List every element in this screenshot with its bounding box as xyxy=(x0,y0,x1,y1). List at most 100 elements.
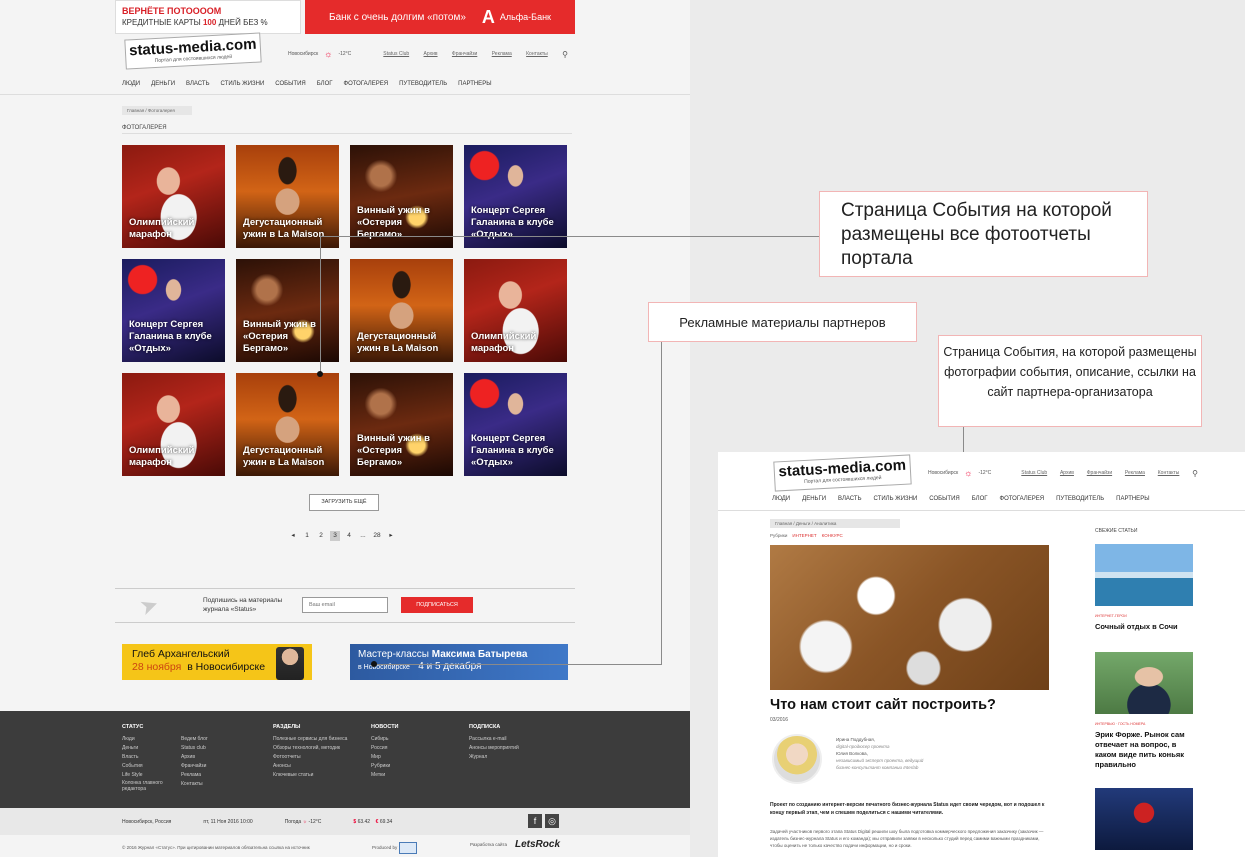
breadcrumb[interactable]: Главная / Фотогалерея xyxy=(122,106,192,115)
sidebar-article[interactable]: ИНТЕРВЬЮ · ГОСТЬ НОМЕРА Эрик Форже. Рыно… xyxy=(1095,652,1193,770)
annotation-events-page: Страница События на которой размещены вс… xyxy=(819,191,1148,277)
footer-link[interactable]: Анонсы xyxy=(273,762,347,771)
gallery-tile[interactable]: Винный ужин в «Остерия Бергамо» xyxy=(350,145,453,248)
ad-banner-alfa-bank[interactable]: Банк с очень долгим «потом» А Альфа-Банк xyxy=(305,0,575,34)
sidebar-article[interactable] xyxy=(1095,788,1193,850)
footer-link[interactable]: Рассылка e-mail xyxy=(469,735,519,744)
email-field[interactable] xyxy=(302,597,388,613)
facebook-icon[interactable]: f xyxy=(528,814,542,828)
nav-item-money[interactable]: ДЕНЬГИ xyxy=(151,81,175,87)
article-date: 03/2016 xyxy=(770,717,789,723)
gallery-tile[interactable]: Дегустационный ужин в La Maison xyxy=(236,145,339,248)
footer-link[interactable]: Россия xyxy=(371,744,399,753)
developer-logo[interactable]: LetsRock xyxy=(515,839,560,850)
load-more-button[interactable]: ЗАГРУЗИТЬ ЕЩЁ xyxy=(309,494,379,511)
site-logo[interactable]: status-media.com Портал для состоявшихся… xyxy=(124,32,262,70)
footer-link[interactable]: Франчайзи xyxy=(181,762,208,771)
footer-link[interactable]: Фотоотчеты xyxy=(273,753,347,762)
footer-link[interactable]: События xyxy=(122,762,167,771)
footer-link[interactable]: Мир xyxy=(371,753,399,762)
top-link-franchise[interactable]: Франчайзи xyxy=(452,51,477,57)
nav-item-lifestyle[interactable]: СТИЛЬ ЖИЗНИ xyxy=(874,496,918,502)
top-link-contacts[interactable]: Контакты xyxy=(526,51,548,57)
nav-item-blog[interactable]: БЛОГ xyxy=(317,81,333,87)
nav-item-events[interactable]: СОБЫТИЯ xyxy=(275,81,305,87)
nav-item-gallery[interactable]: ФОТОГАЛЕРЕЯ xyxy=(1000,496,1045,502)
footer-link[interactable]: Журнал xyxy=(469,753,519,762)
instagram-icon[interactable]: ◎ xyxy=(545,814,559,828)
gallery-tile[interactable]: Концерт Сергея Галанина в клубе «Отдых» xyxy=(464,145,567,248)
footer-link[interactable]: Обзоры технологий, методик xyxy=(273,744,347,753)
partner-ad-batyrev[interactable]: Мастер-классы Максима Батырева в Новосиб… xyxy=(350,644,568,680)
nav-item-guide[interactable]: ПУТЕВОДИТЕЛЬ xyxy=(399,81,447,87)
gallery-tile-title: Винный ужин в «Остерия Бергамо» xyxy=(357,433,430,468)
top-link-ads[interactable]: Реклама xyxy=(492,51,512,57)
gallery-tile[interactable]: Винный ужин в «Остерия Бергамо» xyxy=(236,259,339,362)
footer-link[interactable]: Status club xyxy=(181,744,208,753)
sidebar-article[interactable]: ИНТЕРНЕТ-ГЕРОИ Сочный отдых в Сочи xyxy=(1095,544,1193,632)
breadcrumb[interactable]: Главная / Деньги / Аналитика xyxy=(770,519,900,528)
footer-link[interactable]: Метки xyxy=(371,771,399,780)
top-link-ads[interactable]: Реклама xyxy=(1125,470,1145,476)
pagination-page[interactable]: 2 xyxy=(316,531,326,541)
connector-dot xyxy=(317,371,323,377)
footer-link[interactable]: Деньги xyxy=(122,744,167,753)
nav-item-gallery[interactable]: ФОТОГАЛЕРЕЯ xyxy=(344,81,389,87)
nav-item-partners[interactable]: ПАРТНЕРЫ xyxy=(458,81,491,87)
gallery-tile[interactable]: Концерт Сергея Галанина в клубе «Отдых» xyxy=(464,373,567,476)
pagination-next[interactable]: ▸ xyxy=(386,531,396,541)
nav-item-people[interactable]: ЛЮДИ xyxy=(122,81,140,87)
nav-item-lifestyle[interactable]: СТИЛЬ ЖИЗНИ xyxy=(221,81,265,87)
pagination-page[interactable]: 4 xyxy=(344,531,354,541)
nav-item-events[interactable]: СОБЫТИЯ xyxy=(929,496,959,502)
footer-link[interactable]: Реклама xyxy=(181,771,208,780)
gallery-tile[interactable]: Олимпийский марафон xyxy=(464,259,567,362)
top-link-status-club[interactable]: Status Club xyxy=(1021,470,1047,476)
top-link-archive[interactable]: Архив xyxy=(1060,470,1074,476)
gallery-tile[interactable]: Олимпийский марафон xyxy=(122,373,225,476)
nav-item-partners[interactable]: ПАРТНЕРЫ xyxy=(1116,496,1149,502)
pagination-prev[interactable]: ◂ xyxy=(288,531,298,541)
footer-link[interactable]: Контакты xyxy=(181,780,208,789)
gallery-tile[interactable]: Олимпийский марафон xyxy=(122,145,225,248)
search-icon[interactable]: ⚲ xyxy=(1192,469,1198,478)
footer-link[interactable]: Ключевые статьи xyxy=(273,771,347,780)
nav-item-power[interactable]: ВЛАСТЬ xyxy=(186,81,209,87)
top-link-status-club[interactable]: Status Club xyxy=(383,51,409,57)
top-link-contacts[interactable]: Контакты xyxy=(1158,470,1180,476)
footer-link[interactable]: Власть xyxy=(122,753,167,762)
nav-item-people[interactable]: ЛЮДИ xyxy=(772,496,790,502)
partner-ad-city: в Новосибирске xyxy=(358,664,410,671)
partner-ad-arkhangelsky[interactable]: Глеб Архангельский 28 ноября в Новосибир… xyxy=(122,644,312,680)
top-link-franchise[interactable]: Франчайзи xyxy=(1087,470,1112,476)
top-link-archive[interactable]: Архив xyxy=(424,51,438,57)
footer-link[interactable]: Анонсы мероприятий xyxy=(469,744,519,753)
gallery-tile[interactable]: Дегустационный ужин в La Maison xyxy=(236,373,339,476)
footer-link[interactable]: Сибирь xyxy=(371,735,399,744)
pagination-page[interactable]: 1 xyxy=(302,531,312,541)
footer-link[interactable]: Полезные сервисы для бизнеса xyxy=(273,735,347,744)
nav-item-guide[interactable]: ПУТЕВОДИТЕЛЬ xyxy=(1056,496,1104,502)
footer-link[interactable]: Рубрики xyxy=(371,762,399,771)
ad-banner-credit-cards[interactable]: ВЕРНЁТЕ ПОТООООМ КРЕДИТНЫЕ КАРТЫ 100 ДНЕ… xyxy=(115,0,301,34)
pagination-page-current[interactable]: 3 xyxy=(330,531,340,541)
footer-link[interactable]: Люди xyxy=(122,735,167,744)
rubric-tag[interactable]: КОНКУРС xyxy=(822,533,843,538)
pagination-page[interactable]: 28 xyxy=(372,531,382,541)
subscribe-button[interactable]: ПОДПИСАТЬСЯ xyxy=(401,597,473,613)
footer-link[interactable]: Life Style xyxy=(122,771,167,780)
nav-item-blog[interactable]: БЛОГ xyxy=(972,496,988,502)
gallery-tile[interactable]: Дегустационный ужин в La Maison xyxy=(350,259,453,362)
site-logo[interactable]: status-media.com Портал для состоявшихся… xyxy=(773,454,912,492)
gallery-tile[interactable]: Винный ужин в «Остерия Бергамо» xyxy=(350,373,453,476)
footer-link[interactable]: Архив xyxy=(181,753,208,762)
rubric-tag[interactable]: ИНТЕРНЕТ xyxy=(792,533,816,538)
gallery-tile[interactable]: Концерт Сергея Галанина в клубе «Отдых» xyxy=(122,259,225,362)
nav-item-money[interactable]: ДЕНЬГИ xyxy=(802,496,826,502)
footer-link[interactable]: Колонка главного редактора xyxy=(122,780,167,792)
footer-col-news: НОВОСТИ Сибирь Россия Мир Рубрики Метки xyxy=(371,723,399,780)
footer-link[interactable]: Ведем блог xyxy=(181,735,208,744)
sidebar-article-tag: ИНТЕРНЕТ-ГЕРОИ xyxy=(1095,614,1127,618)
nav-item-power[interactable]: ВЛАСТЬ xyxy=(838,496,861,502)
search-icon[interactable]: ⚲ xyxy=(562,50,568,59)
